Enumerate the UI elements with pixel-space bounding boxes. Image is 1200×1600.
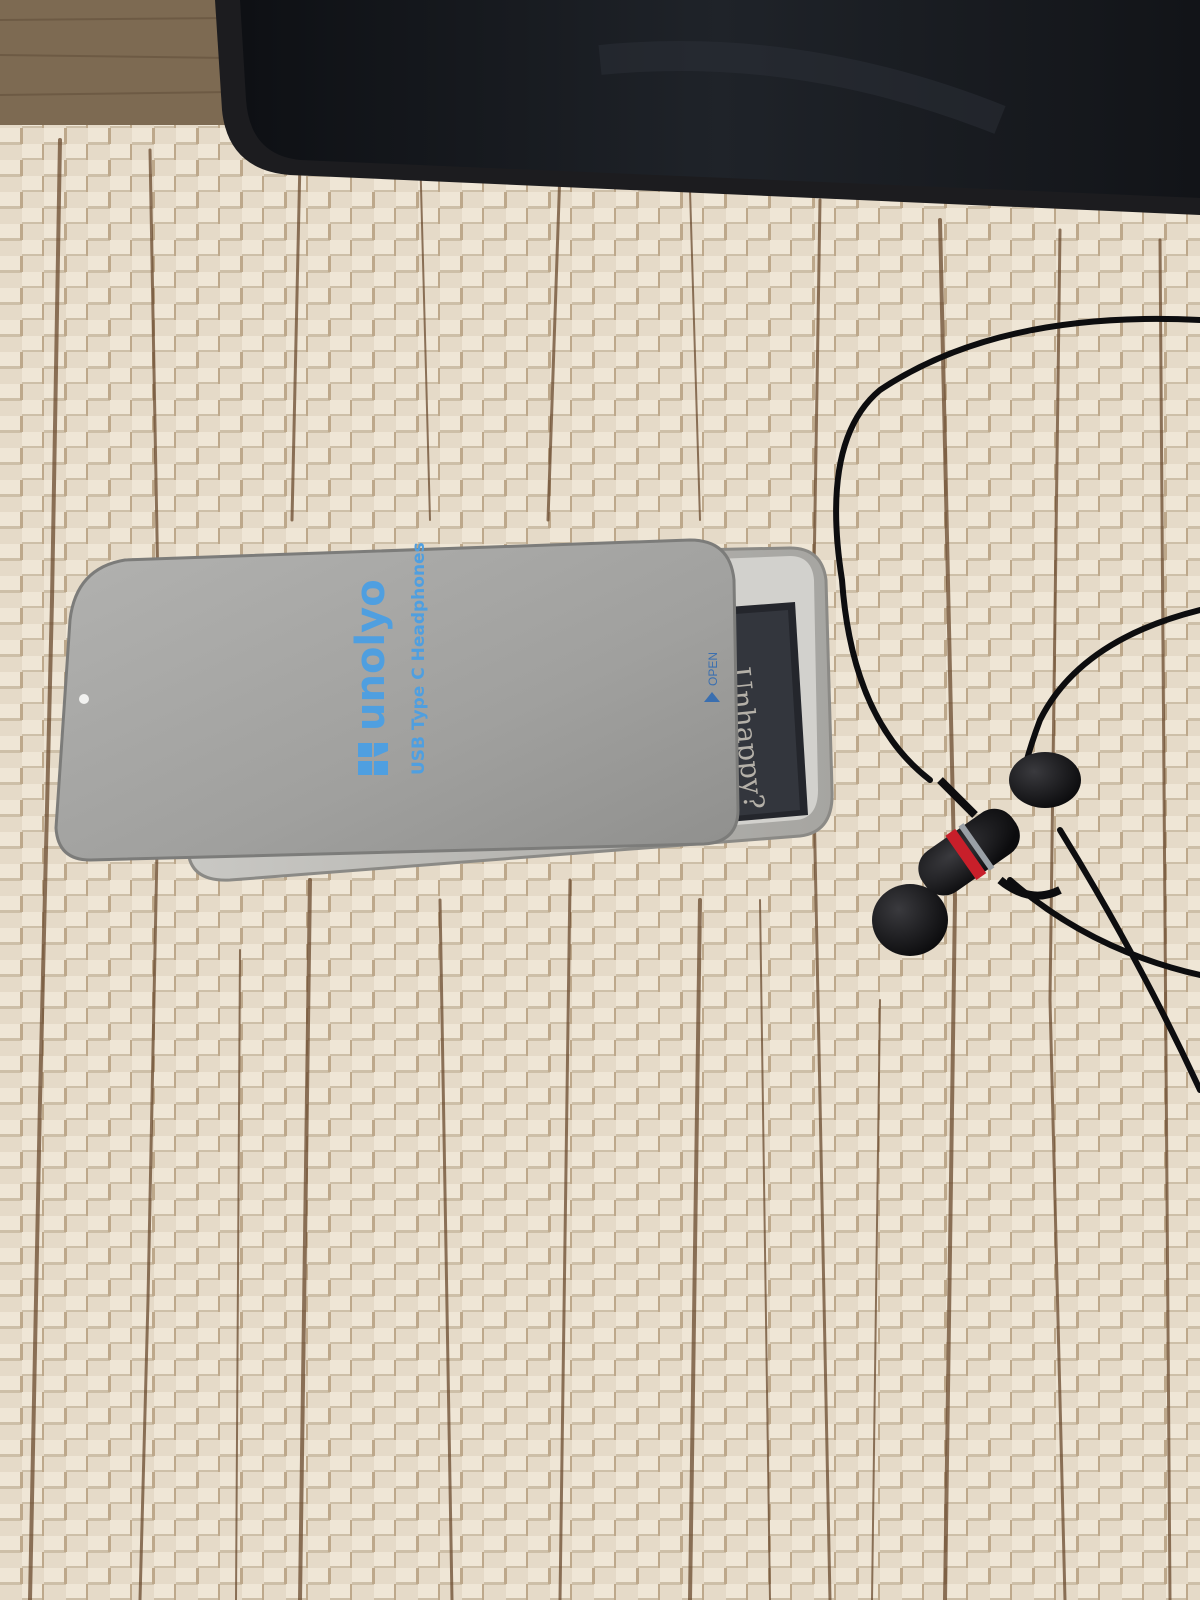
ear-tip-upper <box>1009 752 1081 808</box>
ear-tip-lower <box>872 884 948 956</box>
tin-lid <box>54 538 740 862</box>
headphone-tin: Unhappy? unolyo USB Type C Headphones OP… <box>54 538 834 882</box>
lid-rivet <box>79 694 89 704</box>
tin-open-label: OPEN <box>706 652 720 686</box>
tin-brand: unolyo <box>348 579 394 731</box>
scene-svg: Unhappy? unolyo USB Type C Headphones OP… <box>0 0 1200 1600</box>
photo-scene: Unhappy? unolyo USB Type C Headphones OP… <box>0 0 1200 1600</box>
tin-subtitle: USB Type C Headphones <box>409 542 429 775</box>
woven-placemat <box>0 125 1200 1600</box>
